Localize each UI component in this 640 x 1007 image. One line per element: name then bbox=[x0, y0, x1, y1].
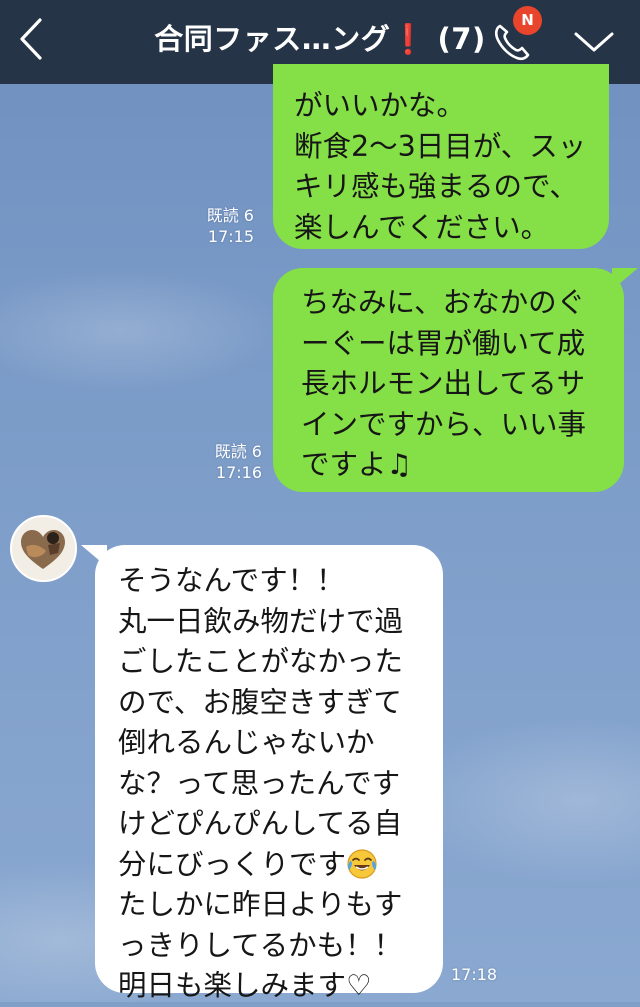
message-meta: 既読 6 17:15 bbox=[186, 205, 254, 247]
chat-title[interactable]: 合同ファス…ング❗ (7) bbox=[0, 16, 640, 58]
group-name: 合同ファス…ング bbox=[154, 22, 391, 56]
member-count: (7) bbox=[437, 22, 486, 56]
message-line: 断食2〜3日目が、スッ bbox=[294, 129, 587, 163]
message-line: 丸一日飲み物だけで過 bbox=[118, 604, 404, 638]
profile-photo-icon bbox=[12, 517, 75, 580]
avatar[interactable] bbox=[10, 515, 77, 582]
message-time: 17:18 bbox=[451, 965, 498, 984]
message-meta: 既読 6 17:16 bbox=[194, 441, 262, 483]
back-button[interactable] bbox=[6, 8, 58, 68]
chevron-down-icon bbox=[574, 32, 614, 52]
message-line: たしかに昨日よりもす bbox=[118, 888, 403, 921]
message-line-text: 分にびっくりです bbox=[118, 847, 347, 881]
bubble-tail bbox=[81, 545, 107, 567]
message-bubble-incoming[interactable]: そうなんです！！ 丸一日飲み物だけで過 ごしたことがなかった ので、お腹空きすぎ… bbox=[81, 545, 443, 1002]
message-time: 17:16 bbox=[215, 463, 262, 482]
message-meta: 17:18 bbox=[451, 964, 507, 985]
bubble-tail bbox=[612, 268, 638, 290]
message-line: インですから、いい事 bbox=[301, 407, 587, 441]
message-line: 楽しんでください。 bbox=[294, 210, 550, 244]
message-line: な？って思ったんです bbox=[118, 766, 401, 800]
message-line: 明日も楽しみます♡ bbox=[118, 969, 372, 1002]
message-line: けどぴんぴんしてる自 bbox=[118, 807, 403, 840]
message-line: ので、お腹空きすぎて bbox=[118, 685, 402, 719]
chevron-left-icon bbox=[20, 18, 42, 60]
call-button[interactable]: N bbox=[486, 6, 542, 68]
read-receipt: 既読 6 bbox=[206, 206, 254, 225]
message-line: っきりしてるかも！！ bbox=[118, 928, 403, 962]
message-bubble-outgoing[interactable]: がいいかな。 断食2〜3日目が、スッ キリ感も強まるので、 楽しんでください。 bbox=[273, 64, 609, 249]
message-line: 長ホルモン出してるサ bbox=[301, 367, 586, 400]
menu-button[interactable] bbox=[566, 20, 622, 64]
message-time: 17:15 bbox=[207, 227, 254, 246]
message-line: ですよ♫ bbox=[301, 448, 413, 481]
message-line: キリ感も強まるので、 bbox=[294, 170, 578, 203]
message-line: 分にびっくりです bbox=[118, 845, 433, 886]
message-line: そうなんです！！ bbox=[118, 564, 345, 597]
message-bubble-outgoing[interactable]: ちなみに、おなかのぐ ーぐーは胃が働いて成 長ホルモン出してるサ インですから、… bbox=[273, 268, 638, 492]
message-line: 倒れるんじゃないか bbox=[118, 726, 375, 759]
notification-badge: N bbox=[513, 6, 542, 35]
message-line: ーぐーは胃が働いて成 bbox=[301, 326, 586, 360]
message-line: ごしたことがなかった bbox=[118, 645, 404, 678]
message-line: がいいかな。 bbox=[294, 89, 466, 122]
exclamation-icon: ❗ bbox=[390, 22, 427, 56]
message-line: ちなみに、おなかのぐ bbox=[301, 286, 586, 319]
read-receipt: 既読 6 bbox=[214, 442, 262, 461]
face-with-tears-of-joy-icon bbox=[346, 848, 378, 880]
